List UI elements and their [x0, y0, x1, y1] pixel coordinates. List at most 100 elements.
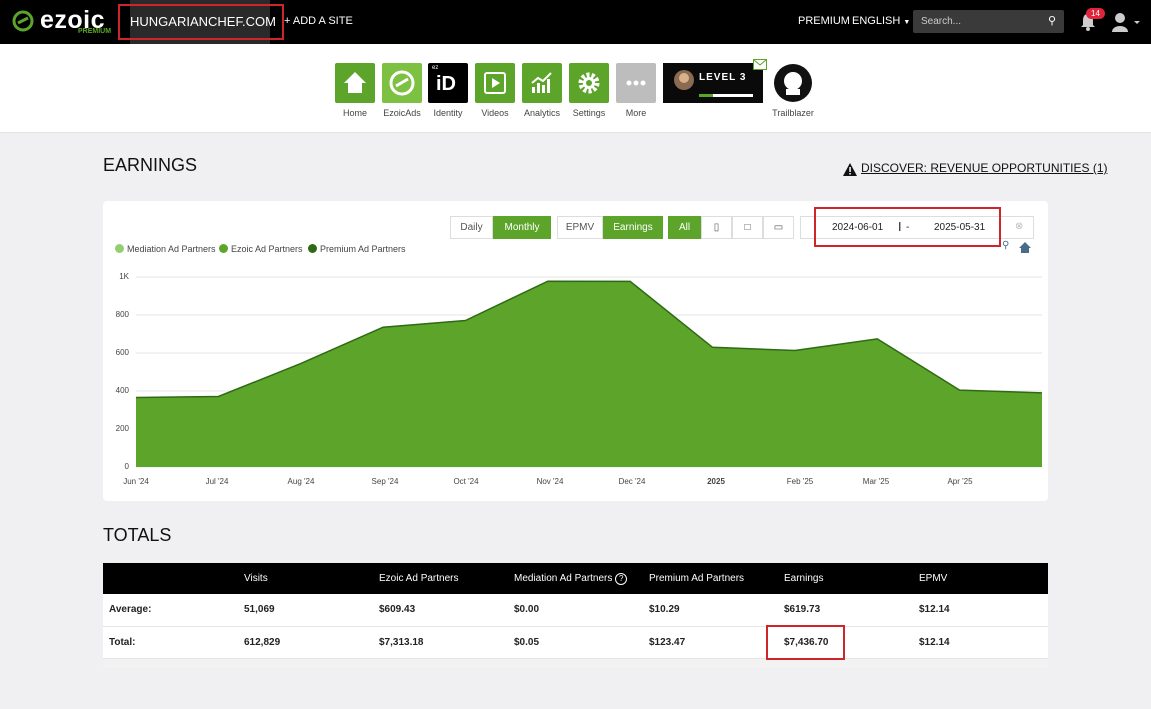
- x-tick-label: Dec '24: [618, 477, 646, 486]
- column-header-visits: Visits: [244, 573, 268, 584]
- identity-prefix: ez: [432, 65, 439, 71]
- y-tick-label: 1K: [119, 272, 129, 281]
- language-selector[interactable]: ENGLISH ▼: [852, 15, 910, 27]
- help-icon[interactable]: ?: [615, 573, 628, 585]
- search-icon: ⚲: [1047, 15, 1056, 27]
- gear-icon: [578, 72, 600, 94]
- analytics-icon: [531, 72, 552, 93]
- mediation-header-label: Mediation Ad Partners: [514, 573, 613, 584]
- cell-average-ezoic: $609.43: [379, 604, 416, 615]
- clear-date-icon[interactable]: ⊗: [1015, 221, 1023, 232]
- totals-title: TOTALS: [103, 525, 172, 545]
- x-tick-label: Jul '24: [205, 477, 229, 486]
- y-tick-label: 800: [115, 310, 129, 319]
- user-menu[interactable]: [1112, 12, 1142, 37]
- total-earnings-highlight-box: [766, 625, 845, 660]
- user-icon: [1112, 13, 1140, 32]
- cell-average-earnings: $619.73: [784, 604, 821, 615]
- app-settings[interactable]: [569, 63, 609, 103]
- app-videos[interactable]: [475, 63, 515, 103]
- level-progress-fill: [699, 94, 713, 97]
- x-tick-label: Apr '25: [947, 477, 973, 486]
- legend-swatch-ezoic: [219, 244, 228, 253]
- x-tick-label: Feb '25: [786, 477, 814, 486]
- column-header-mediation-ad-partners: Mediation Ad Partners ?: [514, 573, 628, 585]
- all-devices-toggle[interactable]: All: [668, 216, 701, 239]
- column-header-ezoic-ad-partners: Ezoic Ad Partners: [379, 573, 459, 584]
- earnings-title: EARNINGS: [103, 155, 198, 175]
- home-icon: [344, 72, 366, 93]
- date-highlight-box: [814, 207, 1001, 247]
- epmv-toggle[interactable]: EPMV: [557, 216, 603, 239]
- x-tick-label: Aug '24: [287, 477, 315, 486]
- search-placeholder: Search...: [921, 16, 962, 27]
- warning-icon: [843, 163, 857, 176]
- discover-revenue-link[interactable]: DISCOVER: REVENUE OPPORTUNITIES (1): [861, 161, 1108, 175]
- premium-link[interactable]: PREMIUM: [798, 15, 850, 27]
- x-tick-label: Nov '24: [536, 477, 564, 486]
- cell-average-mediation: $0.00: [514, 604, 540, 615]
- add-site-link[interactable]: + ADD A SITE: [284, 15, 353, 27]
- chevron-down-icon: ▼: [903, 19, 911, 26]
- cell-average-premium: $10.29: [649, 604, 680, 615]
- legend-premium[interactable]: Premium Ad Partners: [308, 244, 406, 254]
- app-label-more: More: [625, 108, 647, 118]
- app-label-trailblazer: Trailblazer: [772, 108, 814, 118]
- more-icon: [626, 80, 646, 86]
- notification-count-badge: 14: [1086, 8, 1105, 19]
- daily-toggle[interactable]: Daily: [450, 216, 493, 239]
- tablet-toggle[interactable]: □: [732, 216, 763, 239]
- legend-swatch-mediation: [115, 244, 124, 253]
- app-identity[interactable]: ez iD: [428, 63, 468, 103]
- trailblazer-icon: [774, 64, 812, 102]
- app-ezoicads[interactable]: [382, 63, 422, 103]
- earnings-toggle[interactable]: Earnings: [603, 216, 663, 239]
- app-trailblazer[interactable]: [773, 63, 813, 103]
- mobile-toggle[interactable]: ▯: [701, 216, 732, 239]
- y-tick-label: 600: [115, 348, 129, 357]
- cell-total-epmv: $12.14: [919, 637, 950, 648]
- x-tick-label: 2025: [707, 477, 725, 486]
- cell-average-label: Average:: [109, 604, 152, 615]
- reset-zoom-home-icon[interactable]: [1019, 242, 1031, 253]
- legend-label-ezoic: Ezoic Ad Partners: [231, 244, 303, 254]
- column-header-earnings: Earnings: [784, 573, 824, 584]
- language-label: ENGLISH: [852, 15, 901, 27]
- cell-total-label: Total:: [109, 637, 136, 648]
- zoom-icon[interactable]: ⚲: [1002, 240, 1009, 251]
- cell-total-ezoic: $7,313.18: [379, 637, 424, 648]
- cell-total-visits: 612,829: [244, 637, 281, 648]
- y-tick-label: 400: [115, 386, 129, 395]
- app-more[interactable]: [616, 63, 656, 103]
- y-tick-label: 0: [124, 462, 129, 471]
- cell-average-visits: 51,069: [244, 604, 275, 615]
- avatar: [674, 70, 694, 90]
- search-input[interactable]: Search... ⚲: [913, 10, 1064, 33]
- legend-ezoic[interactable]: Ezoic Ad Partners: [219, 244, 303, 254]
- legend-label-mediation: Mediation Ad Partners: [127, 244, 216, 254]
- identity-icon: iD: [436, 73, 456, 95]
- desktop-toggle[interactable]: ▭: [763, 216, 794, 239]
- tablet-icon: □: [744, 222, 751, 233]
- mobile-icon: ▯: [713, 222, 720, 233]
- legend-mediation[interactable]: Mediation Ad Partners: [115, 244, 216, 254]
- ezoicads-icon: [389, 70, 415, 96]
- column-header-epmv: EPMV: [919, 573, 948, 584]
- cell-total-mediation: $0.05: [514, 637, 540, 648]
- legend-swatch-premium: [308, 244, 317, 253]
- ezoic-logo-icon: [12, 10, 34, 32]
- site-highlight-box: [118, 4, 284, 40]
- monthly-toggle[interactable]: Monthly: [493, 216, 551, 239]
- cell-total-premium: $123.47: [649, 637, 686, 648]
- envelope-icon[interactable]: [753, 59, 767, 70]
- app-home[interactable]: [335, 63, 375, 103]
- x-tick-label: Mar '25: [862, 477, 890, 486]
- desktop-icon: ▭: [773, 222, 784, 233]
- column-header-premium-ad-partners: Premium Ad Partners: [649, 573, 745, 584]
- cell-average-epmv: $12.14: [919, 604, 950, 615]
- x-tick-label: Sep '24: [371, 477, 399, 486]
- app-analytics[interactable]: [522, 63, 562, 103]
- level-label: LEVEL 3: [699, 72, 747, 83]
- level-progress-widget[interactable]: LEVEL 3: [663, 59, 767, 103]
- ezoic-logo[interactable]: ezoic PREMIUM: [12, 6, 112, 36]
